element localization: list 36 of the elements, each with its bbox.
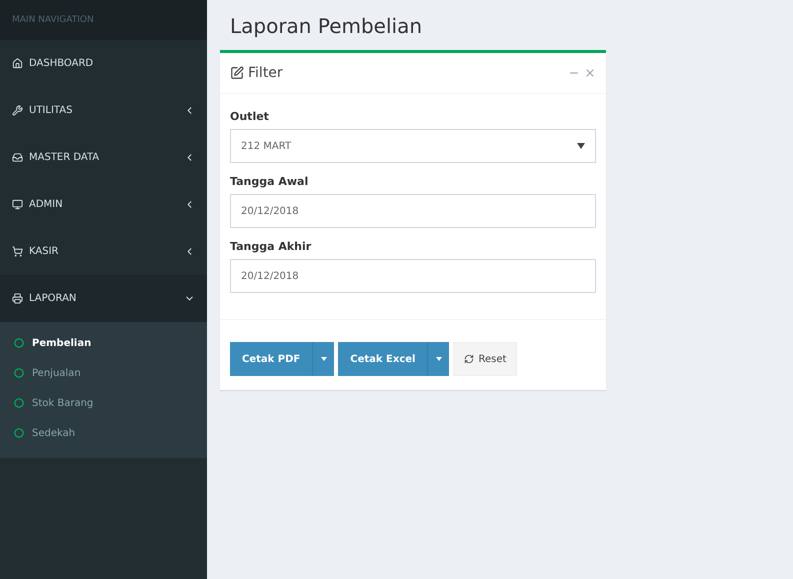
submenu-item[interactable]: Stok Barang bbox=[0, 388, 207, 418]
edit-icon bbox=[230, 66, 244, 80]
close-icon[interactable] bbox=[584, 67, 596, 79]
sidebar-header: MAIN NAVIGATION bbox=[0, 0, 207, 40]
field-label: Tangga Akhir bbox=[230, 240, 312, 253]
sidebar-item[interactable]: KASIR bbox=[0, 228, 207, 275]
inbox-icon bbox=[12, 152, 23, 163]
circle-icon bbox=[14, 338, 24, 348]
sidebar-item[interactable]: ADMIN bbox=[0, 181, 207, 228]
cart-icon bbox=[12, 246, 23, 257]
panel-title: Filter bbox=[248, 65, 284, 81]
submenu-item[interactable]: Penjualan bbox=[0, 358, 207, 388]
circle-icon bbox=[14, 428, 24, 438]
circle-icon bbox=[14, 368, 24, 378]
sidebar-item[interactable]: DASHBOARD bbox=[0, 40, 207, 87]
caret-icon bbox=[436, 357, 442, 361]
page-title: Laporan Pembelian bbox=[230, 14, 424, 38]
date-field[interactable]: 20/12/2018 bbox=[230, 259, 596, 293]
circle-icon bbox=[14, 398, 24, 408]
refresh-icon bbox=[464, 354, 474, 364]
field-label: Tangga Awal bbox=[230, 175, 310, 188]
monitor-icon bbox=[12, 199, 23, 210]
home-icon bbox=[12, 58, 23, 69]
caret-icon bbox=[577, 143, 585, 149]
field-label: Outlet bbox=[230, 110, 270, 123]
submenu-item[interactable]: Pembelian bbox=[0, 328, 207, 358]
sidebar-item[interactable]: UTILITAS bbox=[0, 87, 207, 134]
date-field[interactable]: 20/12/2018 bbox=[230, 194, 596, 228]
reset-button[interactable]: Reset bbox=[453, 342, 518, 376]
printer-icon bbox=[12, 293, 23, 304]
select-field[interactable]: 212 MART bbox=[230, 129, 596, 163]
sidebar-item[interactable]: LAPORAN bbox=[0, 275, 207, 322]
caret-icon bbox=[320, 357, 327, 361]
submenu-item[interactable]: Sedekah bbox=[0, 418, 207, 448]
sidebar-item[interactable]: MASTER DATA bbox=[0, 134, 207, 181]
wrench-icon bbox=[12, 105, 23, 116]
